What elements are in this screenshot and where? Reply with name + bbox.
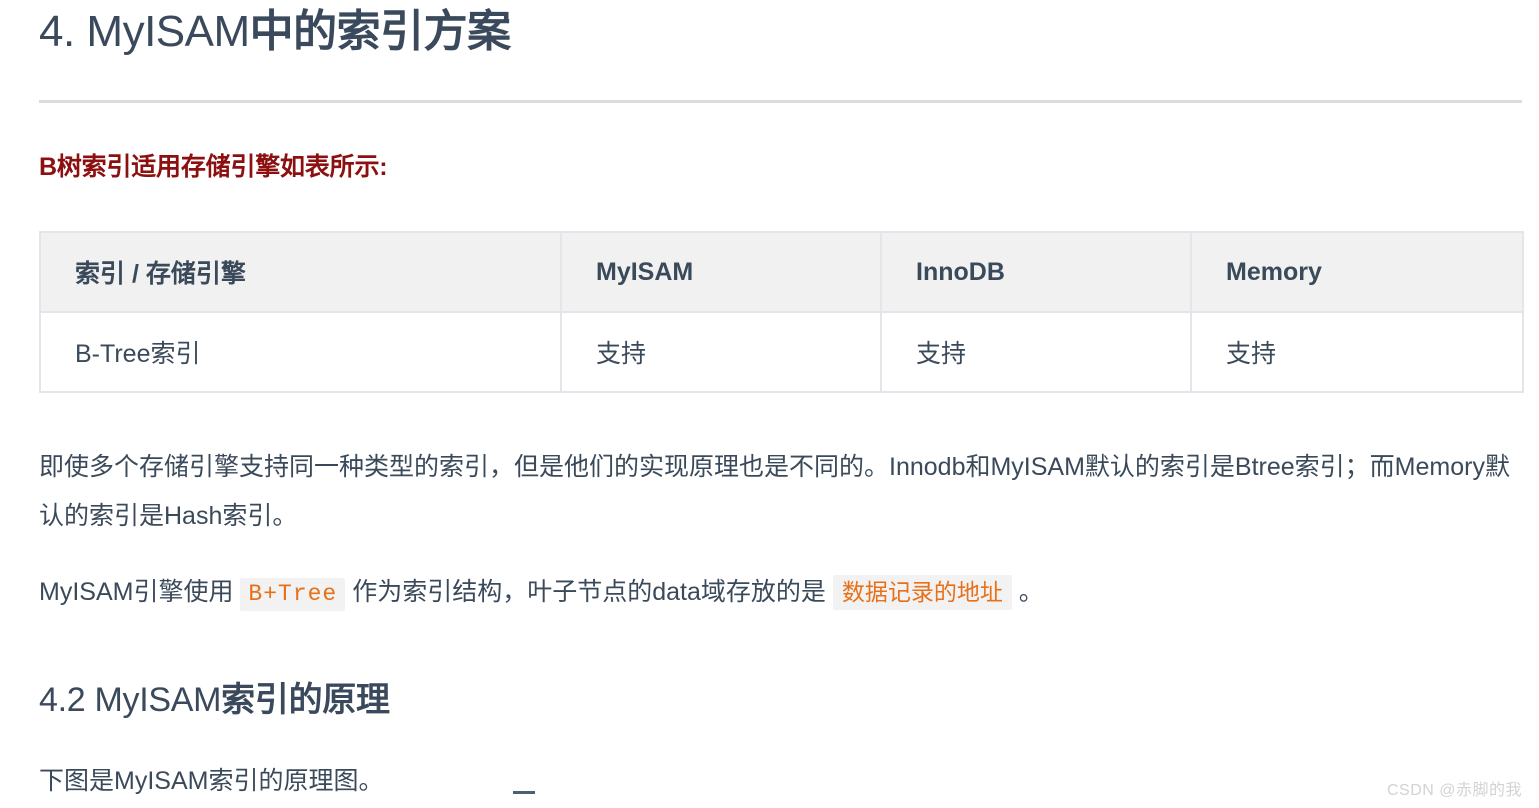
engine-support-table-wrapper: 索引 / 存储引擎 MyISAM InnoDB Memory B-Tree索引 … — [39, 231, 1524, 393]
code-data-record-address: 数据记录的地址 — [832, 575, 1012, 610]
paragraph-myisam-btree-part3: 。 — [1018, 578, 1044, 606]
table-head: 索引 / 存储引擎 MyISAM InnoDB Memory — [39, 231, 1524, 313]
table-header-index-engine: 索引 / 存储引擎 — [39, 231, 562, 313]
table-header-row: 索引 / 存储引擎 MyISAM InnoDB Memory — [39, 231, 1524, 313]
cell-index-type: B-Tree索引 — [39, 311, 562, 393]
section-heading-ascii: 4.2 MyISAM — [39, 681, 222, 719]
csdn-watermark: CSDN @赤脚的我 — [1386, 782, 1522, 799]
title-divider — [39, 100, 1522, 103]
document-page: 4. MyISAM中的索引方案 B树索引适用存储引擎如表所示: 索引 / 存储引… — [0, 0, 1539, 808]
table-header-innodb: InnoDB — [880, 231, 1192, 313]
table-header-memory: Memory — [1190, 231, 1524, 313]
table-row: B-Tree索引 支持 支持 支持 — [39, 311, 1524, 393]
paragraph-myisam-btree: MyISAM引擎使用 B+Tree 作为索引结构，叶子节点的data域存放的是 … — [39, 568, 1529, 619]
section-heading-4-2: 4.2 MyISAM索引的原理 — [39, 672, 390, 721]
cell-innodb-support: 支持 — [880, 311, 1192, 393]
cell-memory-support: 支持 — [1190, 311, 1524, 393]
paragraph-myisam-btree-part1: MyISAM引擎使用 — [39, 578, 234, 606]
code-b-plus-tree: B+Tree — [240, 578, 346, 611]
paragraph-myisam-btree-part2: 作为索引结构，叶子节点的data域存放的是 — [352, 578, 826, 606]
page-title: 4. MyISAM中的索引方案 — [39, 6, 511, 58]
table-header-myisam: MyISAM — [560, 231, 882, 313]
page-title-cjk: 中的索引方案 — [249, 7, 512, 56]
paragraph-diagram-intro: 下图是MyISAM索引的原理图。 — [39, 767, 384, 795]
table-body: B-Tree索引 支持 支持 支持 — [39, 311, 1524, 393]
paragraph-engine-differences: 即使多个存储引擎支持同一种类型的索引，但是他们的实现原理也是不同的。Innodb… — [39, 453, 1510, 530]
page-title-ascii: 4. MyISAM — [39, 7, 250, 56]
section-heading-cjk: 索引的原理 — [221, 681, 390, 719]
trailing-dash-mark — [513, 791, 535, 794]
cell-myisam-support: 支持 — [560, 311, 882, 393]
red-subheading: B树索引适用存储引擎如表所示: — [39, 153, 388, 181]
engine-support-table: 索引 / 存储引擎 MyISAM InnoDB Memory B-Tree索引 … — [39, 231, 1524, 393]
